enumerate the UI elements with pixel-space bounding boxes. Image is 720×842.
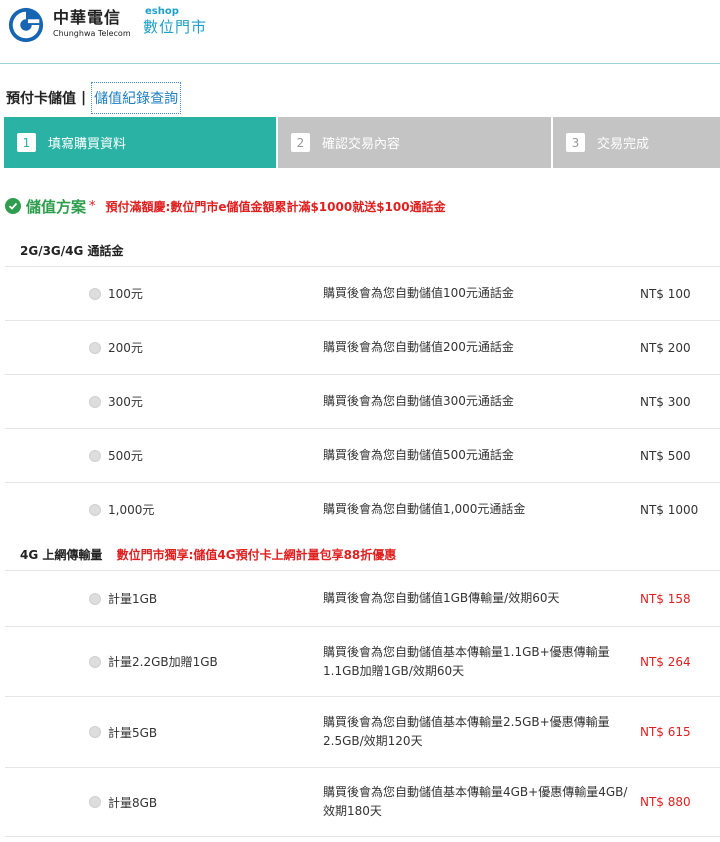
option-label: 1,000元: [108, 503, 155, 517]
radio-button[interactable]: [89, 503, 101, 516]
radio-button[interactable]: [89, 341, 101, 354]
section-title: 2G/3G/4G 通話金: [20, 244, 124, 258]
option-label: 200元: [108, 341, 143, 355]
list-item[interactable]: 300元 購買後會為您自動儲值300元通話金 NT$ 300: [5, 374, 720, 428]
step-1: 1 填寫購買資料: [4, 117, 276, 168]
option-label: 500元: [108, 449, 143, 463]
title-separator: |: [81, 90, 87, 106]
list-item[interactable]: 500元 購買後會為您自動儲值500元通話金 NT$ 500: [5, 428, 720, 482]
option-description: 購買後會為您自動儲值1GB傳輸量/效期60天: [323, 591, 560, 605]
eshop-cn: 數位門市: [143, 18, 208, 36]
radio-button[interactable]: [89, 449, 101, 462]
radio-button[interactable]: [89, 726, 101, 738]
step-2: 2 確認交易內容: [278, 117, 551, 168]
option-price: NT$ 200: [640, 340, 691, 355]
option-label: 100元: [108, 287, 143, 301]
plan-promo: 預付滿額慶:數位門市e儲值金額累計滿$1000就送$100通話金: [105, 199, 446, 214]
option-description: 購買後會為您自動儲值基本傳輸量2.5GB+優惠傳輸量2.5GB/效期120天: [323, 715, 610, 748]
option-description: 購買後會為您自動儲值300元通話金: [323, 394, 514, 408]
brand-cn: 中華電信: [53, 8, 122, 27]
voice-option-list: 100元 購買後會為您自動儲值100元通話金 NT$ 100 200元 購買後會…: [5, 266, 720, 536]
plan-header: 儲值方案 * 預付滿額慶:數位門市e儲值金額累計滿$1000就送$100通話金: [5, 195, 446, 217]
chunghwa-telecom-logo-icon[interactable]: [7, 6, 45, 44]
required-mark: *: [89, 198, 96, 214]
list-item[interactable]: 100元 購買後會為您自動儲值100元通話金 NT$ 100: [5, 266, 720, 320]
option-price: NT$ 264: [640, 654, 691, 669]
option-price: NT$ 500: [640, 448, 691, 463]
step-label: 填寫購買資料: [48, 137, 127, 152]
section-title: 4G 上網傳輸量: [20, 548, 103, 562]
option-price: NT$ 880: [640, 795, 691, 809]
option-price: NT$ 615: [640, 725, 691, 739]
step-number: 2: [291, 133, 310, 152]
option-label: 300元: [108, 395, 143, 409]
site-header: 中華電信 Chunghwa Telecom eshop 數位門市: [0, 0, 720, 64]
list-item[interactable]: 計量1GB 購買後會為您自動儲值1GB傳輸量/效期60天 NT$ 158: [5, 570, 720, 626]
option-description: 購買後會為您自動儲值100元通話金: [323, 286, 514, 300]
option-label: 計量1GB: [108, 592, 158, 606]
radio-button[interactable]: [89, 796, 101, 808]
radio-button[interactable]: [89, 592, 101, 605]
list-item[interactable]: 計量2.2GB加贈1GB 購買後會為您自動儲值基本傳輸量1.1GB+優惠傳輸量1…: [5, 626, 720, 696]
option-description: 購買後會為您自動儲值基本傳輸量4GB+優惠傳輸量4GB/效期180天: [323, 785, 628, 818]
step-number: 3: [566, 133, 585, 152]
option-description: 購買後會為您自動儲值200元通話金: [323, 340, 514, 354]
progress-steps: 1 填寫購買資料 2 確認交易內容 3 交易完成: [4, 117, 720, 168]
list-item[interactable]: 計量5GB 購買後會為您自動儲值基本傳輸量2.5GB+優惠傳輸量2.5GB/效期…: [5, 696, 720, 767]
section-promo: 數位門市獨享:儲值4G預付卡上網計量包享88折優惠: [116, 548, 397, 562]
plan-title: 儲值方案: [26, 197, 87, 216]
data-option-list: 計量1GB 購買後會為您自動儲值1GB傳輸量/效期60天 NT$ 158 計量2…: [5, 570, 720, 837]
step-label: 交易完成: [597, 137, 650, 152]
list-item[interactable]: 200元 購買後會為您自動儲值200元通話金 NT$ 200: [5, 320, 720, 374]
option-description: 購買後會為您自動儲值1,000元通話金: [323, 502, 526, 516]
eshop-en: eshop: [145, 6, 179, 17]
brand-en: Chunghwa Telecom: [53, 29, 131, 38]
eshop-label[interactable]: eshop 數位門市: [143, 6, 207, 37]
step-label: 確認交易內容: [322, 137, 401, 152]
option-price: NT$ 300: [640, 394, 691, 409]
page-title: 預付卡儲值: [6, 91, 76, 107]
list-item[interactable]: 1,000元 購買後會為您自動儲值1,000元通話金 NT$ 1000: [5, 482, 720, 536]
page-title-row: 預付卡儲值 | 儲值紀錄查詢: [6, 80, 182, 116]
step-3: 3 交易完成: [553, 117, 720, 168]
option-description: 購買後會為您自動儲值基本傳輸量1.1GB+優惠傳輸量1.1GB加贈1GB/效期6…: [323, 644, 610, 678]
section-label-data: 4G 上網傳輸量 數位門市獨享:儲值4G預付卡上網計量包享88折優惠: [20, 546, 396, 563]
recharge-history-link[interactable]: 儲值紀錄查詢: [91, 82, 182, 114]
radio-button[interactable]: [89, 395, 101, 408]
option-label: 計量2.2GB加贈1GB: [108, 655, 218, 669]
step-number: 1: [17, 133, 36, 152]
radio-button[interactable]: [89, 655, 101, 668]
option-label: 計量5GB: [108, 725, 158, 740]
option-description: 購買後會為您自動儲值500元通話金: [323, 448, 514, 462]
section-label-voice: 2G/3G/4G 通話金: [20, 242, 124, 259]
option-label: 計量8GB: [108, 795, 158, 810]
check-circle-icon: [5, 198, 21, 214]
option-price: NT$ 158: [640, 591, 691, 606]
brand-name: 中華電信 Chunghwa Telecom: [53, 8, 131, 39]
list-item[interactable]: 計量8GB 購買後會為您自動儲值基本傳輸量4GB+優惠傳輸量4GB/效期180天…: [5, 767, 720, 837]
option-price: NT$ 100: [640, 286, 691, 301]
option-price: NT$ 1000: [640, 502, 699, 517]
radio-button[interactable]: [89, 287, 101, 300]
